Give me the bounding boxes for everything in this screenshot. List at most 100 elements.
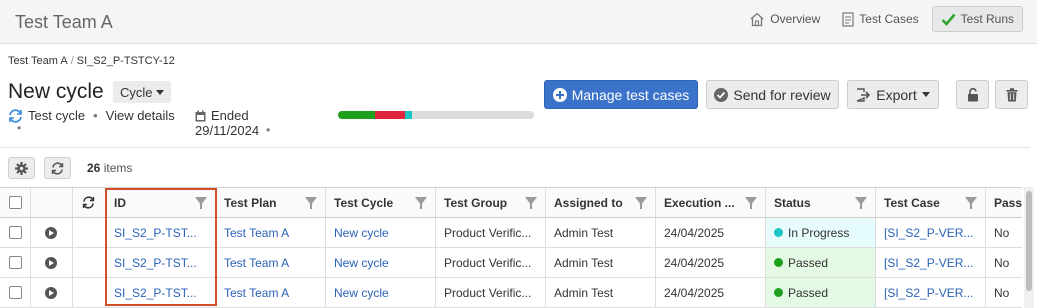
- trash-icon: [1006, 87, 1017, 101]
- cell-assigned-to: Admin Test: [546, 278, 656, 307]
- status-dot: [774, 288, 783, 297]
- cell-test-case[interactable]: [SI_S2_P-VER...: [876, 218, 986, 247]
- column-header-pass[interactable]: Pass: [986, 188, 1022, 217]
- cell-status[interactable]: Passed: [766, 248, 876, 277]
- app-title: Test Team A: [15, 12, 113, 32]
- ended-date: 29/11/2024: [195, 123, 260, 138]
- table-header-row: ID Test Plan Test Cycle Test Group Assig…: [0, 188, 1022, 218]
- column-header-test-group[interactable]: Test Group: [436, 188, 546, 217]
- view-details-link[interactable]: View details: [106, 108, 175, 123]
- status-dot: [774, 228, 783, 237]
- filter-icon[interactable]: [855, 197, 867, 209]
- cell-execution: 24/04/2025: [656, 248, 766, 277]
- cell-test-group: Product Verific...: [436, 218, 546, 247]
- cell-test-cycle[interactable]: New cycle: [326, 218, 436, 247]
- refresh-button[interactable]: [44, 157, 71, 179]
- sync-column-header[interactable]: [73, 188, 106, 217]
- cell-id[interactable]: SI_S2_P-TST...: [106, 248, 216, 277]
- progress-segment-not-run: [412, 111, 534, 119]
- play-icon[interactable]: [45, 256, 57, 269]
- filter-icon[interactable]: [965, 197, 977, 209]
- export-button[interactable]: Export: [847, 80, 939, 109]
- cell-test-plan[interactable]: Test Team A: [216, 218, 326, 247]
- column-header-id[interactable]: ID: [106, 188, 216, 217]
- calendar-icon: [195, 110, 206, 121]
- lock-button[interactable]: [956, 80, 989, 109]
- send-for-review-button[interactable]: Send for review: [706, 80, 839, 109]
- checkmark-icon: [941, 13, 956, 26]
- play-icon[interactable]: [45, 286, 57, 299]
- filter-icon[interactable]: [195, 197, 207, 209]
- cell-id[interactable]: SI_S2_P-TST...: [106, 278, 216, 307]
- row-checkbox[interactable]: [9, 256, 22, 269]
- select-all-checkbox[interactable]: [9, 196, 22, 209]
- cell-test-case[interactable]: [SI_S2_P-VER...: [876, 248, 986, 277]
- filter-icon[interactable]: [525, 197, 537, 209]
- column-header-test-plan[interactable]: Test Plan: [216, 188, 326, 217]
- table-row[interactable]: SI_S2_P-TST... Test Team A New cycle Pro…: [0, 218, 1022, 248]
- cell-assigned-to: Admin Test: [546, 218, 656, 247]
- filter-icon[interactable]: [635, 197, 647, 209]
- header-divider: [0, 147, 1030, 148]
- nav-test-cases[interactable]: Test Cases: [833, 6, 927, 32]
- cycle-type-dropdown[interactable]: Cycle: [113, 81, 171, 103]
- run-cell: [31, 218, 73, 247]
- column-header-assigned-to[interactable]: Assigned to: [546, 188, 656, 217]
- cell-test-plan[interactable]: Test Team A: [216, 248, 326, 277]
- row-select-cell: [0, 248, 31, 277]
- cell-test-cycle[interactable]: New cycle: [326, 278, 436, 307]
- manage-test-cases-button[interactable]: Manage test cases: [544, 80, 698, 109]
- column-header-test-case-label: Test Case: [884, 195, 940, 210]
- cell-execution: 24/04/2025: [656, 218, 766, 247]
- cell-test-case[interactable]: [SI_S2_P-VER...: [876, 278, 986, 307]
- play-icon[interactable]: [45, 226, 57, 239]
- column-header-id-label: ID: [114, 195, 126, 210]
- cycle-type-label: Cycle: [120, 84, 153, 100]
- table-row[interactable]: SI_S2_P-TST... Test Team A New cycle Pro…: [0, 278, 1022, 308]
- scrollbar-thumb[interactable]: [1026, 191, 1032, 291]
- cell-test-cycle[interactable]: New cycle: [326, 248, 436, 277]
- column-header-test-case[interactable]: Test Case: [876, 188, 986, 217]
- breadcrumb: Test Team A / SI_S2_P-TSTCY-12: [8, 55, 175, 67]
- status-label: In Progress: [788, 225, 850, 240]
- sync-cell: [73, 248, 106, 277]
- ended-label: Ended: [211, 108, 249, 123]
- column-header-status[interactable]: Status: [766, 188, 876, 217]
- breadcrumb-root[interactable]: Test Team A: [8, 55, 68, 67]
- table-row[interactable]: SI_S2_P-TST... Test Team A New cycle Pro…: [0, 248, 1022, 278]
- cell-test-plan[interactable]: Test Team A: [216, 278, 326, 307]
- filter-icon[interactable]: [305, 197, 317, 209]
- filter-icon[interactable]: [745, 197, 757, 209]
- row-checkbox[interactable]: [9, 286, 22, 299]
- cell-id[interactable]: SI_S2_P-TST...: [106, 218, 216, 247]
- unlock-icon: [967, 87, 978, 101]
- cell-status[interactable]: Passed: [766, 278, 876, 307]
- status-dot: [774, 258, 783, 267]
- refresh-icon: [51, 161, 64, 175]
- column-header-test-cycle[interactable]: Test Cycle: [326, 188, 436, 217]
- progress-segment-in-progress: [404, 111, 413, 119]
- column-header-test-plan-label: Test Plan: [224, 195, 277, 210]
- delete-button[interactable]: [995, 80, 1028, 109]
- column-header-test-group-label: Test Group: [444, 195, 508, 210]
- column-header-execution[interactable]: Execution ...: [656, 188, 766, 217]
- row-select-cell: [0, 218, 31, 247]
- cycle-progress-bar: [338, 111, 534, 119]
- row-checkbox[interactable]: [9, 226, 22, 239]
- cell-pass: No: [994, 225, 1010, 240]
- cell-test-group: Product Verific...: [436, 248, 546, 277]
- home-icon: [750, 12, 764, 26]
- nav-test-runs[interactable]: Test Runs: [931, 6, 1023, 32]
- items-count: 26 items: [87, 161, 132, 175]
- column-header-pass-label: Pass: [994, 195, 1022, 210]
- nav-overview[interactable]: Overview: [740, 6, 829, 32]
- table-scrollbar[interactable]: [1024, 187, 1034, 308]
- gear-icon: [15, 161, 28, 175]
- column-header-assigned-to-label: Assigned to: [554, 195, 623, 210]
- settings-button[interactable]: [8, 157, 35, 179]
- cycle-meta: Test cycle • View details: [8, 108, 175, 123]
- breadcrumb-separator: /: [70, 55, 74, 67]
- export-icon: [856, 87, 871, 102]
- filter-icon[interactable]: [415, 197, 427, 209]
- cell-status[interactable]: In Progress: [766, 218, 876, 247]
